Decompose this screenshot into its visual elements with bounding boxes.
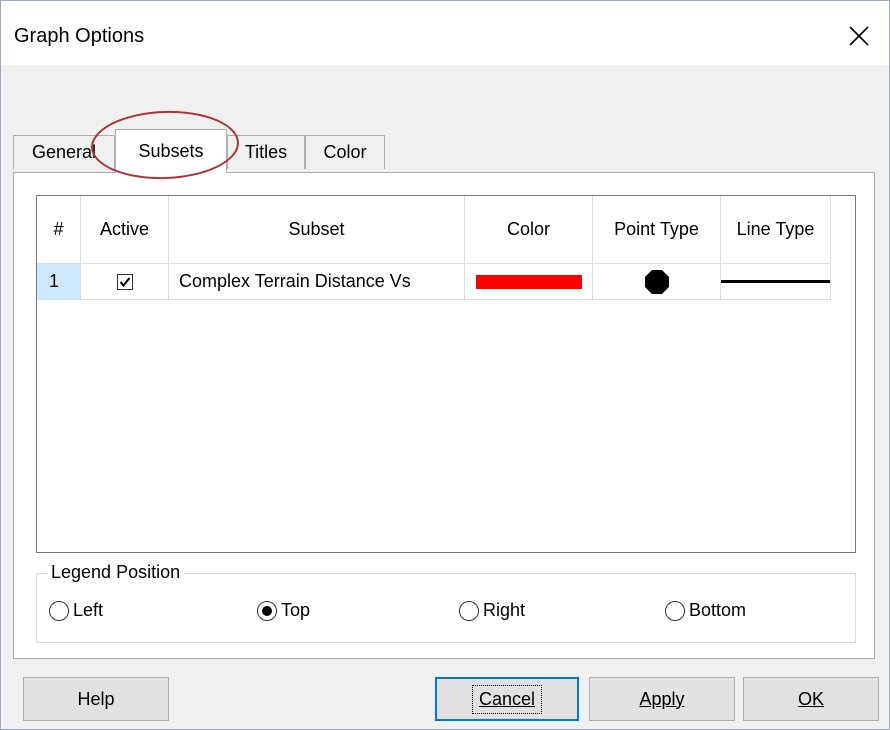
column-header-line-type: Line Type bbox=[721, 196, 831, 264]
window-title: Graph Options bbox=[14, 25, 145, 47]
column-header-point-type: Point Type bbox=[593, 196, 721, 264]
line-type-cell[interactable] bbox=[721, 264, 831, 300]
help-button-label: Help bbox=[77, 688, 115, 709]
cancel-button-label: Cancel bbox=[471, 684, 543, 714]
radio-label: Right bbox=[483, 600, 526, 620]
help-button[interactable]: Help bbox=[23, 677, 169, 721]
cancel-button[interactable]: Cancel bbox=[435, 677, 579, 721]
graph-options-dialog: Graph Options General Subsets Titles Col… bbox=[0, 0, 890, 730]
close-button[interactable] bbox=[829, 11, 889, 61]
radio-left[interactable]: Left bbox=[49, 600, 103, 621]
column-header-active: Active bbox=[81, 196, 169, 264]
active-checkbox[interactable] bbox=[116, 273, 133, 290]
radio-bottom[interactable]: Bottom bbox=[665, 600, 746, 621]
column-header-color: Color bbox=[465, 196, 593, 264]
radio-label: Top bbox=[281, 600, 311, 620]
filled-octagon-icon bbox=[644, 269, 669, 294]
subset-name-cell[interactable]: Complex Terrain Distance Vs bbox=[169, 264, 465, 300]
active-cell[interactable] bbox=[81, 264, 169, 300]
tab-strip: General Subsets Titles Color bbox=[13, 129, 873, 173]
cancel-text: Cancel bbox=[478, 688, 536, 709]
radio-top[interactable]: Top bbox=[257, 600, 310, 621]
radio-button[interactable] bbox=[459, 600, 479, 621]
title-bar: Graph Options bbox=[1, 1, 889, 65]
radio-right[interactable]: Right bbox=[459, 600, 525, 621]
solid-line-sample bbox=[721, 280, 830, 283]
table-row[interactable]: 1 Complex Terrain Distance Vs bbox=[37, 264, 831, 300]
radio-label: Bottom bbox=[689, 600, 747, 620]
column-header-number: # bbox=[37, 196, 81, 264]
legend-position-group: Legend Position Left Top Right Bottom bbox=[36, 562, 856, 643]
column-header-subset: Subset bbox=[169, 196, 465, 264]
tab-label: Color bbox=[323, 142, 367, 162]
tab-label: Subsets bbox=[138, 141, 204, 161]
radio-button-selected[interactable] bbox=[257, 600, 277, 621]
color-swatch bbox=[475, 274, 582, 289]
toolbar-area bbox=[1, 65, 889, 125]
ok-button-label: OK bbox=[797, 688, 824, 709]
row-number[interactable]: 1 bbox=[37, 264, 81, 300]
ok-button[interactable]: OK bbox=[743, 677, 879, 721]
point-type-cell[interactable] bbox=[593, 264, 721, 300]
radio-label: Left bbox=[73, 600, 104, 620]
legend-position-label: Legend Position bbox=[47, 562, 185, 583]
apply-button[interactable]: Apply bbox=[589, 677, 735, 721]
checkmark-icon bbox=[119, 276, 130, 287]
grid-header: # Active Subset Color Point Type Line Ty… bbox=[37, 196, 831, 264]
tab-label: Titles bbox=[244, 142, 288, 162]
tab-label: General bbox=[31, 142, 97, 162]
tab-general[interactable]: General bbox=[13, 135, 115, 169]
radio-button[interactable] bbox=[49, 600, 69, 621]
radio-button[interactable] bbox=[665, 600, 685, 621]
color-cell[interactable] bbox=[465, 264, 593, 300]
radio-dot bbox=[262, 605, 272, 616]
tab-titles[interactable]: Titles bbox=[227, 135, 305, 169]
close-icon bbox=[849, 26, 869, 46]
subsets-panel: # Active Subset Color Point Type Line Ty… bbox=[13, 172, 875, 659]
apply-button-label: Apply bbox=[639, 688, 685, 709]
subsets-grid[interactable]: # Active Subset Color Point Type Line Ty… bbox=[36, 195, 856, 553]
tab-color[interactable]: Color bbox=[305, 135, 385, 169]
tab-subsets[interactable]: Subsets bbox=[115, 129, 227, 173]
